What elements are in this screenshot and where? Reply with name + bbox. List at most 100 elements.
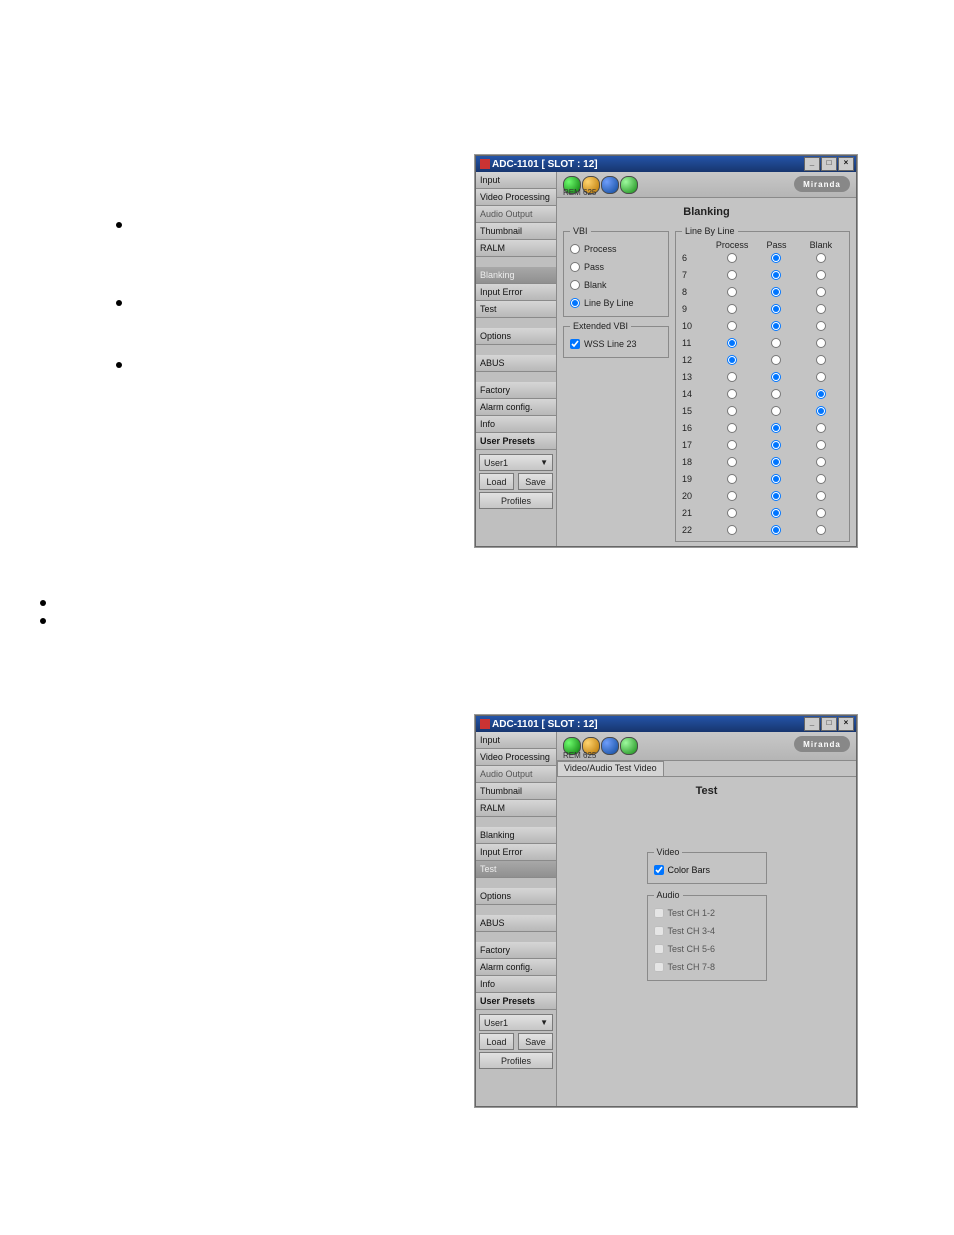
minimize-button[interactable]: _ bbox=[804, 157, 820, 171]
line-12-col-1[interactable] bbox=[771, 355, 781, 365]
sidebar-item-blanking[interactable]: Blanking bbox=[476, 267, 556, 284]
line-15-col-2[interactable] bbox=[816, 406, 826, 416]
sidebar-item-alarm-config-[interactable]: Alarm config. bbox=[476, 399, 556, 416]
line-7-col-2[interactable] bbox=[816, 270, 826, 280]
line-14-col-1[interactable] bbox=[771, 389, 781, 399]
maximize-button[interactable]: □ bbox=[821, 157, 837, 171]
sidebar-item-thumbnail[interactable]: Thumbnail bbox=[476, 783, 556, 800]
tab-video-audio-test[interactable]: Video/Audio Test Video bbox=[557, 761, 664, 776]
line-14-col-2[interactable] bbox=[816, 389, 826, 399]
line-13-col-1[interactable] bbox=[771, 372, 781, 382]
close-button[interactable]: × bbox=[838, 717, 854, 731]
sidebar-item-blanking[interactable]: Blanking bbox=[476, 827, 556, 844]
line-10-col-1[interactable] bbox=[771, 321, 781, 331]
line-18-col-2[interactable] bbox=[816, 457, 826, 467]
sidebar-item-info[interactable]: Info bbox=[476, 416, 556, 433]
line-18-col-1[interactable] bbox=[771, 457, 781, 467]
sidebar-item-info[interactable]: Info bbox=[476, 976, 556, 993]
maximize-button[interactable]: □ bbox=[821, 717, 837, 731]
save-button[interactable]: Save bbox=[518, 1033, 553, 1050]
line-8-col-2[interactable] bbox=[816, 287, 826, 297]
close-button[interactable]: × bbox=[838, 157, 854, 171]
line-14-col-0[interactable] bbox=[727, 389, 737, 399]
preset-select[interactable]: User1▼ bbox=[479, 1014, 553, 1031]
line-6-col-0[interactable] bbox=[727, 253, 737, 263]
minimize-button[interactable]: _ bbox=[804, 717, 820, 731]
line-20-col-1[interactable] bbox=[771, 491, 781, 501]
line-9-col-2[interactable] bbox=[816, 304, 826, 314]
line-17-col-1[interactable] bbox=[771, 440, 781, 450]
vbi-option-blank[interactable]: Blank bbox=[570, 276, 662, 294]
line-20-col-2[interactable] bbox=[816, 491, 826, 501]
line-21-col-1[interactable] bbox=[771, 508, 781, 518]
line-8-col-1[interactable] bbox=[771, 287, 781, 297]
sidebar-item-ralm[interactable]: RALM bbox=[476, 240, 556, 257]
sidebar-item-test[interactable]: Test bbox=[476, 301, 556, 318]
line-7-col-1[interactable] bbox=[771, 270, 781, 280]
line-9-col-1[interactable] bbox=[771, 304, 781, 314]
line-21-col-0[interactable] bbox=[727, 508, 737, 518]
color-bars-checkbox[interactable]: Color Bars bbox=[654, 861, 760, 879]
sidebar-item-audio-output[interactable]: Audio Output bbox=[476, 206, 556, 223]
line-10-col-2[interactable] bbox=[816, 321, 826, 331]
line-6-col-1[interactable] bbox=[771, 253, 781, 263]
line-7-col-0[interactable] bbox=[727, 270, 737, 280]
line-12-col-2[interactable] bbox=[816, 355, 826, 365]
line-9-col-0[interactable] bbox=[727, 304, 737, 314]
line-6-col-2[interactable] bbox=[816, 253, 826, 263]
load-button[interactable]: Load bbox=[479, 473, 514, 490]
load-button[interactable]: Load bbox=[479, 1033, 514, 1050]
sidebar-item-input-error[interactable]: Input Error bbox=[476, 284, 556, 301]
sidebar-item-factory[interactable]: Factory bbox=[476, 942, 556, 959]
line-11-col-1[interactable] bbox=[771, 338, 781, 348]
line-16-col-0[interactable] bbox=[727, 423, 737, 433]
vbi-option-pass[interactable]: Pass bbox=[570, 258, 662, 276]
line-22-col-0[interactable] bbox=[727, 525, 737, 535]
vbi-option-line-by-line[interactable]: Line By Line bbox=[570, 294, 662, 312]
line-19-col-0[interactable] bbox=[727, 474, 737, 484]
profiles-button[interactable]: Profiles bbox=[479, 492, 553, 509]
sidebar-item-alarm-config-[interactable]: Alarm config. bbox=[476, 959, 556, 976]
line-15-col-0[interactable] bbox=[727, 406, 737, 416]
line-16-col-1[interactable] bbox=[771, 423, 781, 433]
sidebar-item-factory[interactable]: Factory bbox=[476, 382, 556, 399]
line-13-col-2[interactable] bbox=[816, 372, 826, 382]
sidebar-item-audio-output[interactable]: Audio Output bbox=[476, 766, 556, 783]
line-18-col-0[interactable] bbox=[727, 457, 737, 467]
line-21-col-2[interactable] bbox=[816, 508, 826, 518]
sidebar-item-input[interactable]: Input bbox=[476, 732, 556, 749]
profiles-button[interactable]: Profiles bbox=[479, 1052, 553, 1069]
line-10-col-0[interactable] bbox=[727, 321, 737, 331]
line-17-col-2[interactable] bbox=[816, 440, 826, 450]
line-20-col-0[interactable] bbox=[727, 491, 737, 501]
wss-line-23-checkbox[interactable]: WSS Line 23 bbox=[570, 335, 662, 353]
line-19-col-2[interactable] bbox=[816, 474, 826, 484]
sidebar-item-input[interactable]: Input bbox=[476, 172, 556, 189]
line-22-col-2[interactable] bbox=[816, 525, 826, 535]
line-17-col-0[interactable] bbox=[727, 440, 737, 450]
line-13-col-0[interactable] bbox=[727, 372, 737, 382]
titlebar[interactable]: ADC-1101 [ SLOT : 12] _ □ × bbox=[476, 716, 856, 732]
line-12-col-0[interactable] bbox=[727, 355, 737, 365]
line-15-col-1[interactable] bbox=[771, 406, 781, 416]
sidebar-item-abus[interactable]: ABUS bbox=[476, 355, 556, 372]
sidebar-item-test[interactable]: Test bbox=[476, 861, 556, 878]
sidebar-item-ralm[interactable]: RALM bbox=[476, 800, 556, 817]
line-22-col-1[interactable] bbox=[771, 525, 781, 535]
sidebar-item-input-error[interactable]: Input Error bbox=[476, 844, 556, 861]
sidebar-item-video-processing[interactable]: Video Processing bbox=[476, 749, 556, 766]
sidebar-item-abus[interactable]: ABUS bbox=[476, 915, 556, 932]
line-8-col-0[interactable] bbox=[727, 287, 737, 297]
line-16-col-2[interactable] bbox=[816, 423, 826, 433]
titlebar[interactable]: ADC-1101 [ SLOT : 12] _ □ × bbox=[476, 156, 856, 172]
sidebar-item-options[interactable]: Options bbox=[476, 328, 556, 345]
vbi-option-process[interactable]: Process bbox=[570, 240, 662, 258]
sidebar-item-thumbnail[interactable]: Thumbnail bbox=[476, 223, 556, 240]
sidebar-item-options[interactable]: Options bbox=[476, 888, 556, 905]
save-button[interactable]: Save bbox=[518, 473, 553, 490]
line-19-col-1[interactable] bbox=[771, 474, 781, 484]
preset-select[interactable]: User1▼ bbox=[479, 454, 553, 471]
line-11-col-0[interactable] bbox=[727, 338, 737, 348]
sidebar-item-video-processing[interactable]: Video Processing bbox=[476, 189, 556, 206]
line-11-col-2[interactable] bbox=[816, 338, 826, 348]
